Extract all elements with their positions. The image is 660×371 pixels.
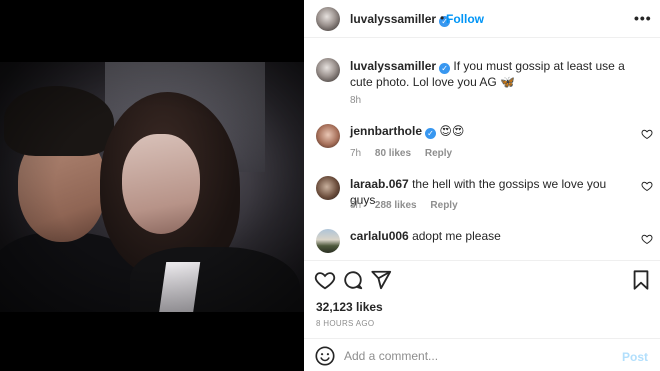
post-actions: 32,123 likes 8 HOURS AGO [304,260,660,338]
verified-badge-icon: ✓ [425,128,437,139]
paper-plane-icon[interactable] [370,269,392,291]
add-comment-bar: Post [304,338,660,371]
caption-meta: 8h [350,95,372,106]
heart-icon[interactable] [641,233,653,245]
comment-meta: 8h 288 likes Reply [350,200,469,211]
post-date[interactable]: 8 HOURS AGO [316,319,374,328]
follow-button[interactable]: Follow [446,12,484,26]
separator-dot: • [440,11,445,25]
comment-likes[interactable]: 80 likes [375,148,411,159]
comment-meta: 7h 80 likes Reply [350,148,463,159]
owner-avatar[interactable] [316,7,340,31]
comment-username[interactable]: carlalu006 [350,229,409,243]
comment-avatar[interactable] [316,229,340,253]
post-photo[interactable] [0,62,304,312]
owner-username-text[interactable]: luvalyssamiller [350,12,436,26]
comment-icon[interactable] [342,269,364,291]
caption-time[interactable]: 8h [350,95,361,106]
comment-text: 😍😍 [439,124,465,138]
comments-list[interactable]: luvalyssamiller ✓ If you must gossip at l… [304,38,660,260]
post-comment-button[interactable]: Post [622,350,648,364]
more-options-icon[interactable]: ••• [634,10,652,26]
post-sidebar: luvalyssamiller ✓ • Follow ••• luvalyssam… [304,0,660,371]
comment-avatar[interactable] [316,176,340,200]
post-header: luvalyssamiller ✓ • Follow ••• [304,0,660,38]
bookmark-icon[interactable] [630,269,652,291]
likes-count[interactable]: 32,123 likes [316,300,383,314]
reply-button[interactable]: Reply [425,148,452,159]
comment-avatar[interactable] [316,124,340,148]
comment-text: adopt me please [412,229,501,243]
comment-username[interactable]: laraab.067 [350,177,409,191]
verified-badge-icon: ✓ [439,63,451,74]
comment-input[interactable] [344,347,614,365]
comment: jennbarthole ✓ 😍😍 [350,123,630,139]
caption: luvalyssamiller ✓ If you must gossip at l… [350,58,646,90]
comment: carlalu006 adopt me please [350,228,630,244]
heart-icon[interactable] [641,180,653,192]
comment-time[interactable]: 8h [350,200,361,211]
heart-icon[interactable] [314,269,336,291]
caption-avatar[interactable] [316,58,340,82]
owner-username[interactable]: luvalyssamiller ✓ [350,12,451,27]
caption-username[interactable]: luvalyssamiller [350,59,436,73]
post-media[interactable] [0,0,304,371]
heart-icon[interactable] [641,128,653,140]
photo-vignette [0,62,304,312]
emoji-icon[interactable] [314,345,336,367]
comment-username[interactable]: jennbarthole [350,124,422,138]
reply-button[interactable]: Reply [430,200,457,211]
comment-time[interactable]: 7h [350,148,361,159]
comment-likes[interactable]: 288 likes [375,200,417,211]
